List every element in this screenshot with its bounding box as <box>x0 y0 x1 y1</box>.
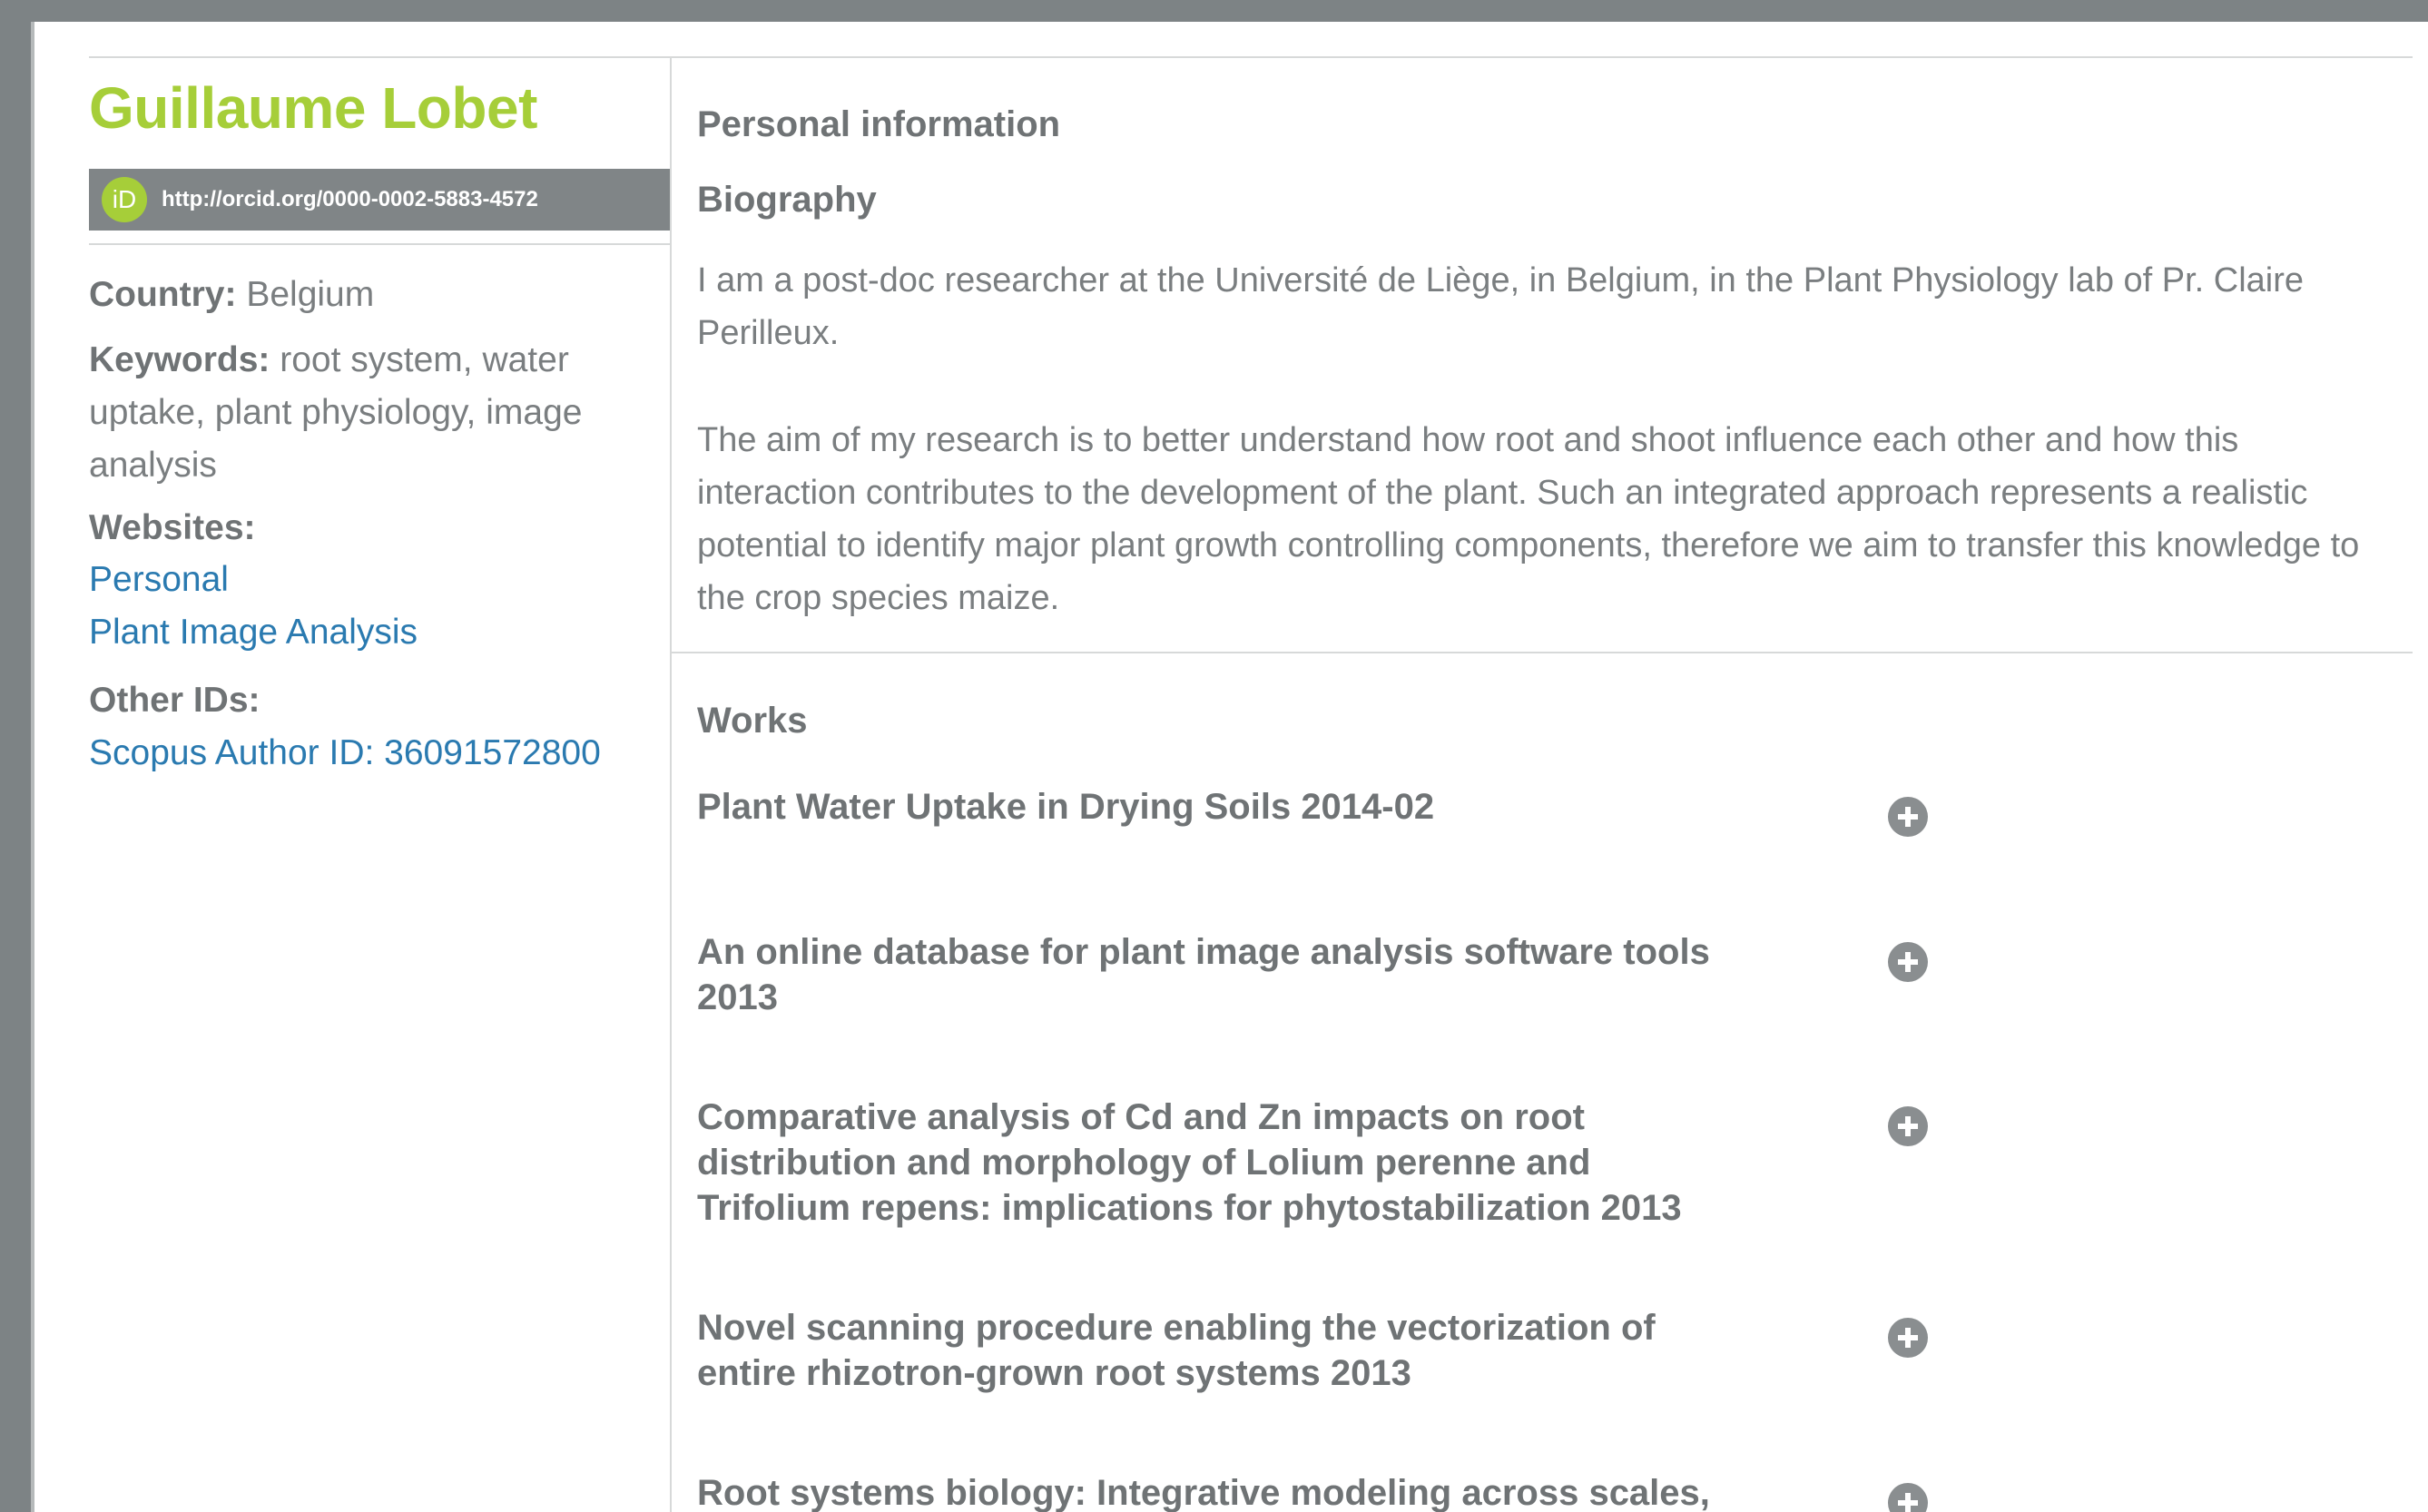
biography-heading: Biography <box>697 180 877 220</box>
work-item-4: Novel scanning procedure enabling the ve… <box>697 1308 1656 1393</box>
keywords-field: Keywords: root system, water uptake, pla… <box>89 334 670 492</box>
work-item-1: Plant Water Uptake in Drying Soils 2014-… <box>697 787 1435 827</box>
plus-circle-icon[interactable] <box>1888 1318 1928 1358</box>
websites-label: Websites: <box>89 508 256 547</box>
frame-top-border <box>0 0 2428 22</box>
orcid-id-icon: iD <box>102 177 147 222</box>
plus-circle-icon[interactable] <box>1888 1483 1928 1512</box>
country-label: Country: <box>89 275 237 314</box>
work-item-3: Comparative analysis of Cd and Zn impact… <box>697 1097 1682 1228</box>
orcid-url-link[interactable]: http://orcid.org/0000-0002-5883-4572 <box>162 187 538 212</box>
plus-circle-icon[interactable] <box>1888 942 1928 982</box>
plus-circle-icon[interactable] <box>1888 797 1928 837</box>
browser-frame: Guillaume Lobet iD http://orcid.org/0000… <box>0 0 2428 1512</box>
column-divider <box>670 56 672 1512</box>
work-item-5: Root systems biology: Integrative modeli… <box>697 1473 1710 1512</box>
other-ids-label: Other IDs: <box>89 681 260 720</box>
website-link-plant-image-analysis[interactable]: Plant Image Analysis <box>89 613 418 653</box>
country-value: Belgium <box>246 275 375 314</box>
work-item-2: An online database for plant image analy… <box>697 932 1710 1017</box>
works-heading: Works <box>697 701 808 741</box>
personal-information-heading: Personal information <box>697 104 1061 144</box>
plus-circle-icon[interactable] <box>1888 1106 1928 1146</box>
orcid-id-bar[interactable]: iD http://orcid.org/0000-0002-5883-4572 <box>89 169 670 231</box>
frame-left-inner-border <box>31 22 34 1512</box>
scopus-author-id-link[interactable]: Scopus Author ID: 36091572800 <box>89 733 601 773</box>
country-field: Country: Belgium <box>89 269 670 321</box>
website-link-personal[interactable]: Personal <box>89 560 229 600</box>
biography-works-divider <box>672 652 2413 653</box>
keywords-label: Keywords: <box>89 340 270 379</box>
top-divider <box>89 56 2413 58</box>
profile-name: Guillaume Lobet <box>89 75 537 141</box>
biography-paragraph-2: The aim of my research is to better unde… <box>697 421 2360 617</box>
frame-left-border <box>0 0 31 1512</box>
orcid-divider <box>89 243 670 245</box>
biography-paragraph-1: I am a post-doc researcher at the Univer… <box>697 261 2305 352</box>
